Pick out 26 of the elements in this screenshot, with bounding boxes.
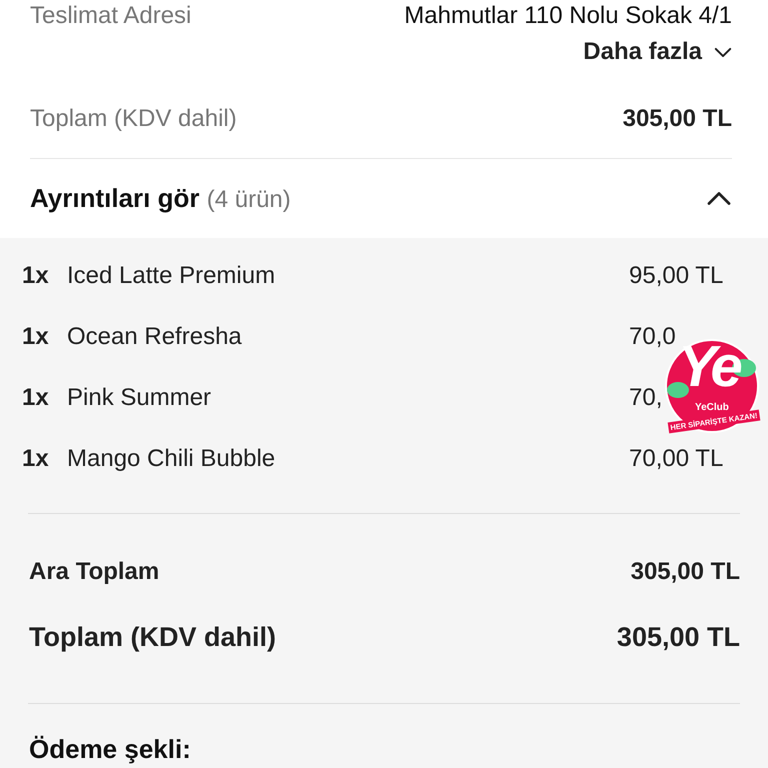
item-price: 70,0 [629, 323, 676, 350]
summary-label: Ara Toplam [29, 558, 160, 586]
chevron-icon[interactable] [714, 46, 732, 58]
item-name: Pink Summer [67, 384, 212, 412]
item-quantity: 1x [22, 262, 50, 290]
total-label: Toplam (KDV dahil) [30, 105, 237, 133]
item-name: Iced Latte Premium [67, 262, 276, 290]
section-heading: Ödeme şekli: [28, 733, 192, 765]
more-button[interactable]: Daha fazla [583, 38, 732, 66]
chevron-icon[interactable] [706, 191, 732, 206]
item-quantity: 1x [22, 384, 50, 412]
summary-value: 305,00 TL [630, 558, 740, 586]
badge-logo: Ye [678, 338, 739, 396]
item-price: 95,00 TL [629, 262, 724, 289]
item-quantity: 1x [22, 323, 50, 351]
item-name: Ocean Refresha [67, 323, 243, 351]
item-price: 70, [629, 384, 662, 411]
details-heading[interactable]: Ayrıntıları gör (4 ürün) [30, 183, 291, 214]
item-quantity: 1x [22, 445, 50, 473]
summary-value: 305,00 TL [616, 622, 740, 653]
total-value: 305,00 TL [622, 105, 732, 133]
item-price: 70,00 TL [629, 445, 724, 472]
address-text: Mahmutlar 110 Nolu Sokak 4/1 [404, 2, 732, 30]
field-label: Teslimat Adresi [30, 2, 192, 30]
summary-label: Toplam (KDV dahil) [29, 622, 276, 653]
item-name: Mango Chili Bubble [67, 445, 276, 473]
